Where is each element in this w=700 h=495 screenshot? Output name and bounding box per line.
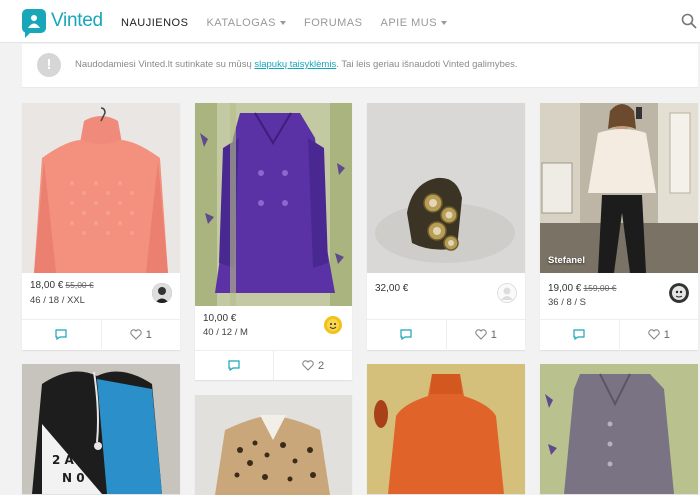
item-photo[interactable] bbox=[195, 103, 352, 306]
heart-icon bbox=[474, 329, 487, 340]
item-old-price: 159,00 € bbox=[583, 283, 617, 293]
cookie-notice: ! Naudodamiesi Vinted.lt sutinkate su mū… bbox=[22, 44, 698, 88]
item-photo[interactable]: 2 AN 0 bbox=[22, 364, 180, 494]
seller-avatar[interactable] bbox=[669, 283, 689, 303]
info-icon: ! bbox=[37, 53, 61, 77]
heart-icon bbox=[647, 329, 660, 340]
comment-button[interactable] bbox=[367, 320, 446, 349]
comment-icon bbox=[55, 329, 67, 340]
card-actions: 1 bbox=[540, 319, 698, 349]
item-card[interactable]: 18,00 €55,00 € 46 / 18 / XXL 1 bbox=[22, 103, 180, 350]
like-button[interactable]: 1 bbox=[100, 320, 181, 349]
item-card[interactable] bbox=[367, 364, 525, 494]
item-card[interactable] bbox=[195, 395, 352, 495]
item-photo[interactable] bbox=[540, 103, 698, 273]
item-sizes: 40 / 12 / M bbox=[203, 327, 248, 338]
search-icon[interactable] bbox=[681, 13, 697, 29]
like-button[interactable]: 1 bbox=[618, 320, 699, 349]
item-card[interactable]: 2 AN 0 bbox=[22, 364, 180, 494]
heart-icon bbox=[302, 360, 314, 371]
item-photo[interactable] bbox=[195, 395, 352, 495]
item-photo[interactable] bbox=[540, 364, 698, 494]
seller-avatar[interactable] bbox=[152, 283, 172, 303]
top-header: Vinted NAUJIENOS KATALOGAS FORUMAS APIE … bbox=[0, 0, 700, 43]
like-count: 2 bbox=[317, 359, 325, 372]
chevron-down-icon bbox=[441, 21, 448, 25]
comment-button[interactable] bbox=[195, 351, 273, 380]
nav-label: NAUJIENOS bbox=[121, 17, 189, 29]
comment-icon bbox=[228, 360, 240, 371]
logo-text: Vinted bbox=[51, 10, 103, 31]
item-card[interactable] bbox=[540, 364, 698, 494]
main-nav: NAUJIENOS KATALOGAS FORUMAS APIE MUS bbox=[121, 17, 465, 29]
item-price: 32,00 € bbox=[375, 283, 409, 294]
like-button[interactable]: 1 bbox=[445, 320, 526, 349]
comment-button[interactable] bbox=[22, 320, 101, 349]
notice-text-after: . Tai leis geriau išnaudoti Vinted galim… bbox=[336, 59, 518, 70]
nav-label: FORUMAS bbox=[303, 17, 363, 29]
comment-icon bbox=[573, 329, 585, 340]
nav-label: KATALOGAS bbox=[206, 17, 276, 29]
seller-avatar[interactable] bbox=[497, 283, 517, 303]
nav-item-apie-mus[interactable]: APIE MUS bbox=[380, 17, 448, 29]
price-row: 10,00 € bbox=[203, 313, 236, 324]
chevron-down-icon bbox=[279, 21, 286, 25]
comment-icon bbox=[400, 329, 412, 340]
cookie-notice-text: Naudodamiesi Vinted.lt sutinkate su mūsų… bbox=[75, 59, 518, 70]
nav-item-katalogas[interactable]: KATALOGAS bbox=[206, 17, 286, 29]
notice-text-before: Naudodamiesi Vinted.lt sutinkate su mūsų bbox=[75, 59, 255, 70]
item-brand: Stefanel bbox=[548, 255, 585, 266]
svg-text:2 A: 2 A bbox=[52, 453, 75, 467]
item-sizes: 36 / 8 / S bbox=[548, 297, 587, 308]
item-price: 19,00 € bbox=[548, 283, 582, 294]
like-count: 1 bbox=[145, 328, 152, 341]
item-photo[interactable] bbox=[367, 364, 525, 494]
item-photo[interactable] bbox=[367, 103, 525, 273]
cookie-policy-link[interactable]: slapukų taisyklėmis bbox=[254, 59, 336, 70]
item-photo[interactable] bbox=[22, 103, 180, 273]
item-card[interactable]: 10,00 € 40 / 12 / M 2 bbox=[195, 103, 352, 380]
item-sizes: 46 / 18 / XXL bbox=[30, 295, 85, 306]
comment-button[interactable] bbox=[540, 320, 619, 349]
nav-item-forumas[interactable]: FORUMAS bbox=[304, 17, 363, 29]
heart-icon bbox=[129, 329, 142, 340]
seller-avatar[interactable] bbox=[323, 315, 343, 335]
price-row: 32,00 € bbox=[375, 283, 408, 294]
item-price: 18,00 € bbox=[30, 280, 64, 291]
like-count: 1 bbox=[663, 328, 670, 341]
nav-label: APIE MUS bbox=[380, 17, 438, 29]
price-row: 19,00 €159,00 € bbox=[548, 283, 616, 294]
item-old-price: 55,00 € bbox=[65, 280, 94, 290]
card-actions: 2 bbox=[195, 350, 352, 380]
item-card[interactable]: Stefanel 19,00 €159,00 € 36 / 8 / S 1 bbox=[540, 103, 698, 350]
item-price: 10,00 € bbox=[203, 313, 237, 324]
vinted-logo[interactable]: Vinted bbox=[22, 9, 103, 38]
logo-icon bbox=[22, 9, 46, 38]
nav-item-naujienos[interactable]: NAUJIENOS bbox=[121, 17, 188, 29]
like-count: 1 bbox=[490, 328, 497, 341]
card-actions: 1 bbox=[367, 319, 525, 349]
svg-text:N 0: N 0 bbox=[62, 471, 85, 485]
card-actions: 1 bbox=[22, 319, 180, 349]
item-card[interactable]: 32,00 € 1 bbox=[367, 103, 525, 350]
like-button[interactable]: 2 bbox=[273, 351, 352, 380]
price-row: 18,00 €55,00 € bbox=[30, 280, 94, 291]
